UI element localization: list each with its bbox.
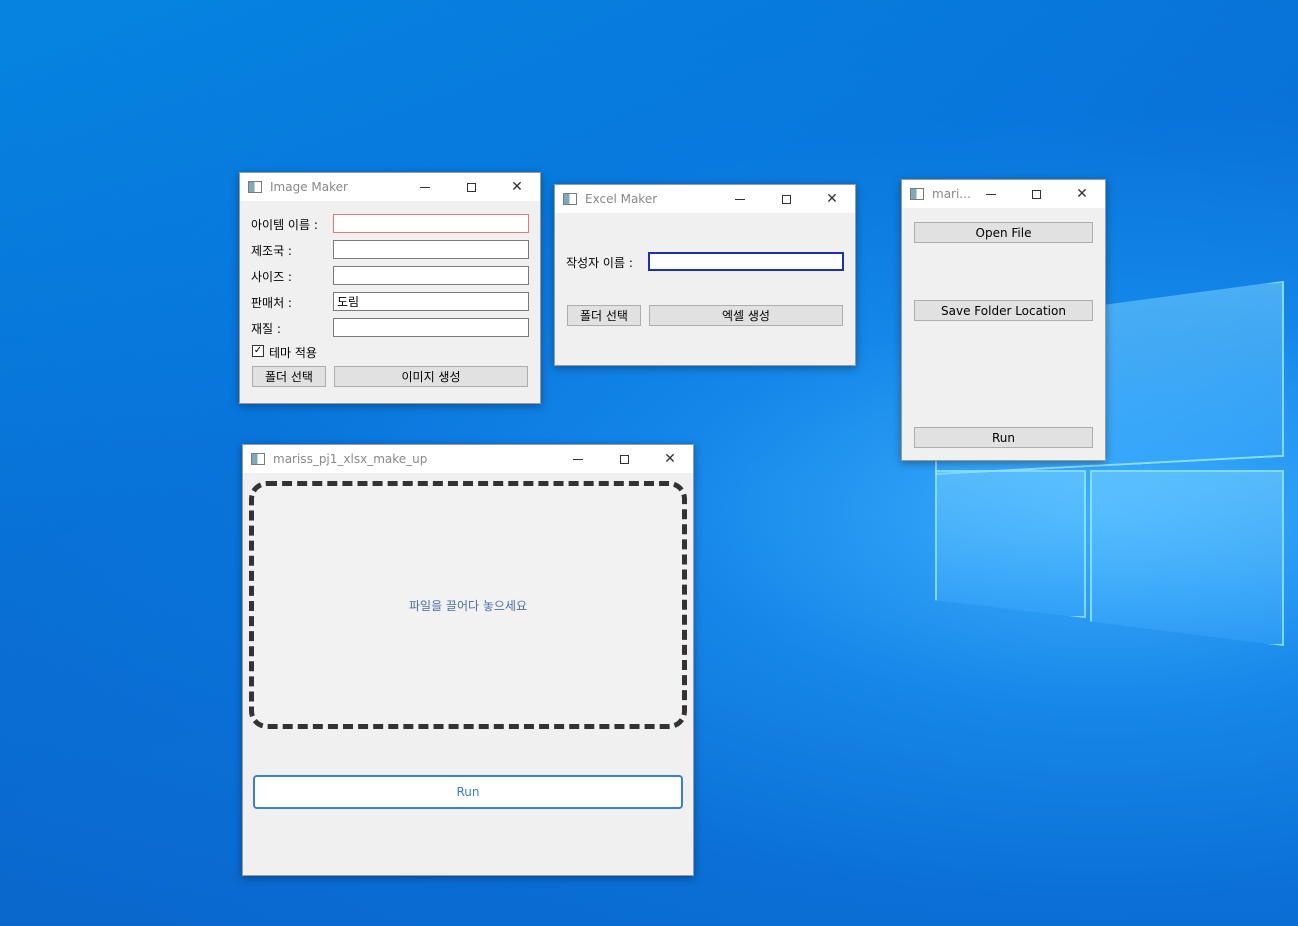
- maximize-button[interactable]: [448, 173, 494, 201]
- minimize-icon: [986, 193, 996, 195]
- country-field[interactable]: [333, 240, 529, 259]
- minimize-icon: [573, 458, 583, 460]
- minimize-button[interactable]: [402, 173, 448, 201]
- generate-excel-button[interactable]: 엑셀 생성: [649, 305, 843, 326]
- excel-maker-window: Excel Maker ✕ 작성자 이름 : 폴더 선택 엑셀 생성: [554, 184, 856, 366]
- size-label: 사이즈 :: [251, 270, 292, 284]
- author-field[interactable]: [648, 252, 844, 271]
- close-button[interactable]: ✕: [647, 445, 693, 473]
- close-icon: ✕: [1076, 186, 1088, 202]
- material-label: 재질 :: [251, 322, 281, 336]
- maximize-button[interactable]: [1013, 180, 1059, 208]
- title-bar[interactable]: Excel Maker ✕: [555, 185, 855, 213]
- minimize-icon: [735, 198, 745, 200]
- maximize-button[interactable]: [763, 185, 809, 213]
- folder-select-button[interactable]: 폴더 선택: [567, 305, 641, 326]
- image-maker-window: Image Maker ✕ 아이템 이름 : 제조국 : 사이즈 : 판매처 :…: [239, 172, 541, 404]
- minimize-button[interactable]: [968, 180, 1014, 208]
- file-drop-zone[interactable]: 파일을 끌어다 놓으세요: [249, 481, 687, 729]
- country-label: 제조국 :: [251, 244, 292, 258]
- close-button[interactable]: ✕: [1059, 180, 1105, 208]
- seller-label: 판매처 :: [251, 296, 292, 310]
- minimize-icon: [420, 186, 430, 188]
- theme-checkbox-label: 테마 적용: [269, 346, 317, 360]
- title-bar[interactable]: mariss_pj1_xlsx_make_up ✕: [243, 445, 693, 473]
- title-bar[interactable]: Image Maker ✕: [240, 173, 540, 201]
- window-title: mariss_pj1_xlsx_make_up: [273, 452, 428, 466]
- minimize-button[interactable]: [555, 445, 601, 473]
- maximize-button[interactable]: [601, 445, 647, 473]
- windows-logo-pane: [1090, 470, 1284, 646]
- save-folder-location-button[interactable]: Save Folder Location: [914, 300, 1093, 321]
- window-title: mari...: [932, 187, 971, 201]
- app-icon: [251, 453, 265, 465]
- file-tool-window: mari... ✕ Open File Save Folder Location…: [901, 179, 1106, 461]
- maximize-icon: [619, 454, 629, 464]
- seller-field[interactable]: [333, 292, 529, 311]
- close-button[interactable]: ✕: [809, 185, 855, 213]
- generate-image-button[interactable]: 이미지 생성: [334, 366, 528, 387]
- app-icon: [910, 188, 924, 200]
- close-button[interactable]: ✕: [494, 173, 540, 201]
- author-label: 작성자 이름 :: [566, 256, 633, 270]
- close-icon: ✕: [826, 191, 838, 207]
- item-name-field[interactable]: [333, 214, 529, 233]
- maximize-icon: [466, 182, 476, 192]
- maximize-icon: [781, 194, 791, 204]
- theme-checkbox[interactable]: ✓: [252, 345, 264, 357]
- app-icon: [248, 181, 262, 193]
- title-bar[interactable]: mari... ✕: [902, 180, 1105, 208]
- windows-logo-pane: [935, 470, 1086, 618]
- size-field[interactable]: [333, 266, 529, 285]
- window-title: Image Maker: [270, 180, 348, 194]
- run-button[interactable]: Run: [914, 427, 1093, 448]
- run-button[interactable]: Run: [253, 775, 683, 809]
- folder-select-button[interactable]: 폴더 선택: [252, 366, 326, 387]
- close-icon: ✕: [511, 179, 523, 195]
- drop-instruction-text: 파일을 끌어다 놓으세요: [408, 598, 528, 613]
- close-icon: ✕: [664, 451, 676, 467]
- app-icon: [563, 193, 577, 205]
- material-field[interactable]: [333, 318, 529, 337]
- open-file-button[interactable]: Open File: [914, 222, 1093, 243]
- window-title: Excel Maker: [585, 192, 658, 206]
- xlsx-make-up-window: mariss_pj1_xlsx_make_up ✕ 파일을 끌어다 놓으세요 R…: [242, 444, 694, 876]
- maximize-icon: [1031, 189, 1041, 199]
- minimize-button[interactable]: [717, 185, 763, 213]
- item-name-label: 아이템 이름 :: [251, 218, 318, 232]
